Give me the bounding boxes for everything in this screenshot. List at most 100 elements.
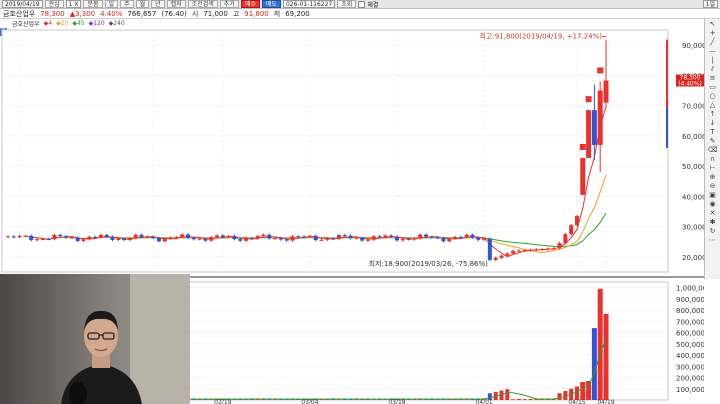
add-button[interactable]: 추가: [219, 0, 239, 8]
option-minute[interactable]: 분봉: [83, 0, 103, 8]
settings-icon[interactable]: ✱: [707, 218, 719, 226]
candle-body: [307, 235, 312, 237]
pencil-icon[interactable]: ✎: [707, 137, 719, 145]
cursor-icon[interactable]: ↖: [707, 20, 719, 28]
condition-search-button[interactable]: 조건검색: [187, 0, 218, 8]
candle-body: [336, 235, 341, 239]
candle-body: [551, 248, 556, 250]
more-icon[interactable]: ⋯: [707, 236, 719, 244]
candle-body: [516, 250, 521, 252]
legend-ma-240-value: 240: [113, 20, 125, 27]
candle-body: [180, 234, 185, 238]
trade-checkbox[interactable]: [358, 0, 366, 8]
legend-ma-45-value: 45: [76, 20, 85, 27]
candle-body: [412, 238, 417, 240]
volume-axis-label: 900,000: [676, 296, 704, 304]
magnet-icon[interactable]: ∩: [707, 155, 719, 163]
trendline-icon[interactable]: ╱: [707, 38, 719, 46]
volume: 766,657: [127, 9, 157, 18]
x-tick-label: 04/15: [568, 399, 585, 404]
current-price: 78,300: [40, 9, 65, 18]
x-tick-label: 02/19: [214, 399, 231, 404]
account-field[interactable]: 026-01-116227: [282, 0, 336, 8]
candle-body: [261, 234, 266, 237]
volume-axis-label: 400,000: [676, 352, 704, 360]
legend-ma-4: ◆4: [43, 20, 53, 27]
option-month[interactable]: 월: [135, 0, 150, 8]
current-pct-label: (4.40%): [678, 81, 702, 88]
crosshair-icon[interactable]: +: [707, 29, 719, 37]
volume-axis-label: 500,000: [676, 341, 704, 349]
candle-body: [522, 250, 527, 252]
delete-icon[interactable]: ✕: [707, 209, 719, 217]
vertical-line-icon[interactable]: |: [707, 56, 719, 64]
candle-body: [360, 237, 365, 241]
x-tick-label: 04/01: [475, 399, 492, 404]
candle-body: [569, 225, 574, 235]
drawing-toolbar: ↖ + ╱ — | ⫽ ≡ ▭ ○ △ ↑ ↓ T ✎ ⌫ ∩ ⊢ ⊕ ⊖ ▣ …: [704, 19, 720, 279]
candle-body: [528, 249, 533, 251]
option-week[interactable]: 주: [120, 0, 134, 8]
candle-body: [418, 234, 423, 239]
candle-body: [127, 238, 132, 240]
legend-stock-name: 금호산업우: [12, 21, 40, 28]
trade-checkbox-label: 체결: [367, 1, 379, 9]
arrow-down-icon[interactable]: ↓: [707, 119, 719, 127]
candle-body: [244, 237, 249, 241]
candle-body: [69, 237, 74, 239]
date-field[interactable]: 2019/04/19: [2, 0, 43, 8]
candle-body: [505, 253, 510, 256]
lock-icon[interactable]: ▣: [707, 191, 719, 199]
candle-body: [238, 239, 243, 241]
lookup-button[interactable]: 조회: [337, 0, 357, 8]
candle-body: [563, 234, 568, 244]
option-day[interactable]: 일: [104, 0, 119, 8]
candle-body: [139, 234, 144, 237]
candle-body: [290, 236, 295, 241]
refresh-icon[interactable]: ↻: [707, 227, 719, 235]
stock-name: 금호산업우: [3, 9, 36, 18]
capture-button[interactable]: 캡처: [166, 0, 186, 8]
watchlist-button[interactable]: 관심: [44, 0, 64, 8]
candle-body: [545, 248, 550, 250]
circle-icon[interactable]: ○: [707, 92, 719, 100]
x-tick-label: 03/18: [388, 399, 405, 404]
legend-ma-20: ◆20: [56, 20, 69, 27]
presenter-video: [61, 310, 142, 404]
eraser-icon[interactable]: ⌫: [707, 146, 719, 154]
volume-bar: [511, 399, 516, 400]
candle-body: [6, 236, 10, 238]
zoom-in-icon[interactable]: ⊕: [707, 173, 719, 181]
horizontal-line-icon[interactable]: —: [707, 47, 719, 55]
buy-button[interactable]: 매수: [240, 0, 260, 8]
candle-body: [580, 157, 586, 195]
candle-body: [354, 237, 359, 239]
period-selector[interactable]: 1 X: [65, 0, 82, 8]
option-year[interactable]: 년: [151, 0, 165, 8]
open-label: 시: [191, 9, 199, 18]
candle-body: [406, 238, 411, 240]
fibonacci-icon[interactable]: ≡: [707, 74, 719, 82]
candle-body: [273, 238, 278, 240]
zoom-out-icon[interactable]: ⊖: [707, 182, 719, 190]
candle-body: [435, 237, 440, 239]
eye-icon[interactable]: ◉: [707, 200, 719, 208]
x-tick-label: 04/19: [597, 399, 614, 404]
sell-button[interactable]: 매도: [261, 0, 281, 8]
ruler-icon[interactable]: ⊢: [707, 164, 719, 172]
candle-body: [302, 236, 307, 238]
legend-ma-240: ◆240: [108, 20, 125, 27]
volume-bar: [591, 328, 597, 400]
candle-body: [319, 239, 324, 241]
candle-body: [209, 237, 214, 241]
triangle-icon[interactable]: △: [707, 101, 719, 109]
candle-body: [429, 236, 434, 238]
arrow-up-icon[interactable]: ↑: [707, 110, 719, 118]
candle-body: [29, 235, 34, 241]
candle-body: [168, 237, 173, 239]
channel-icon[interactable]: ⫽: [707, 65, 719, 73]
volume-bar: [580, 382, 586, 400]
candle-body: [458, 236, 463, 238]
rectangle-icon[interactable]: ▭: [707, 83, 719, 91]
text-icon[interactable]: T: [707, 128, 719, 136]
